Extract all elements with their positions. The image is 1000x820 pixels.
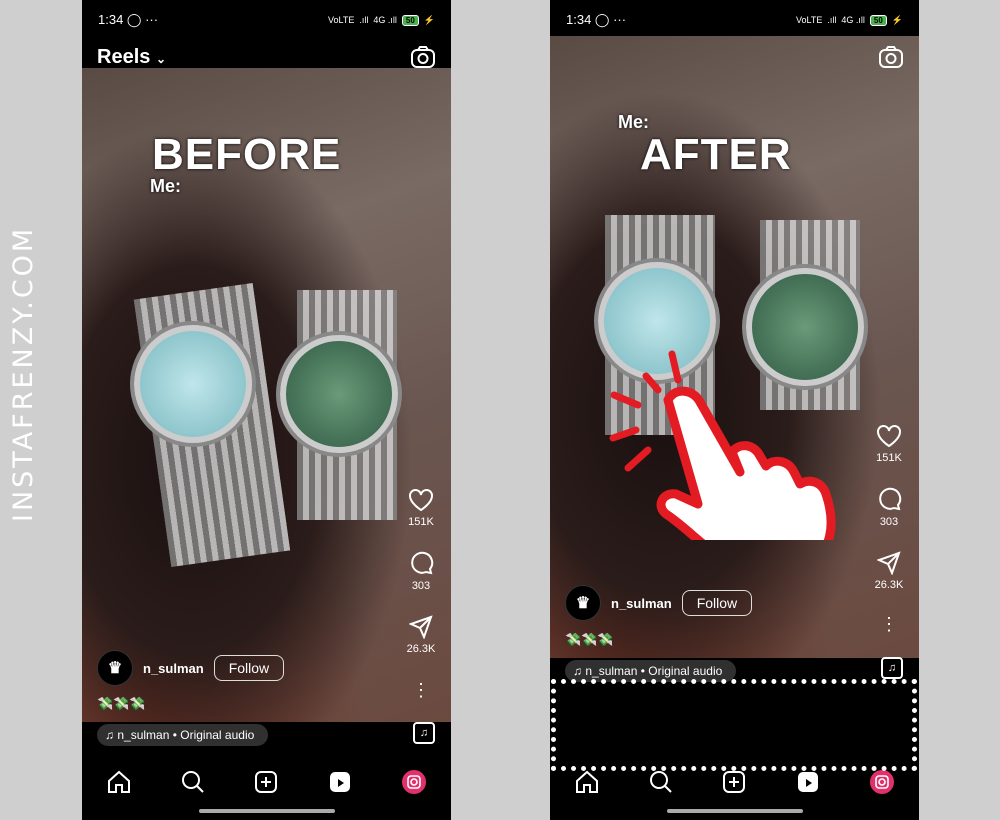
send-icon [877, 551, 901, 575]
charging-icon: ⚡ [423, 14, 435, 25]
search-icon[interactable] [648, 769, 674, 795]
reels-icon[interactable] [327, 769, 353, 795]
tap-hand-icon [609, 350, 836, 540]
reels-icon[interactable] [795, 769, 821, 795]
overlay-caption: Me: [150, 176, 181, 196]
bottom-nav [82, 762, 451, 802]
reel-caption: 💸💸💸 [97, 696, 146, 711]
home-indicator [667, 809, 803, 813]
battery-icon: 50 [869, 14, 887, 26]
watch-green [280, 335, 398, 453]
like-button[interactable]: 151K [871, 424, 907, 464]
comment-icon [411, 551, 434, 575]
create-icon[interactable] [253, 769, 279, 795]
watermark: INSTAFRENZY.COM [8, 225, 39, 522]
home-icon[interactable] [106, 769, 132, 795]
audio-thumbnail-icon[interactable]: ♫ [413, 722, 435, 744]
profile-icon[interactable] [401, 769, 427, 795]
reel-caption: 💸💸💸 [565, 632, 614, 647]
create-icon[interactable] [721, 769, 747, 795]
reel-author: ♛ n_sulman Follow [565, 585, 753, 621]
home-icon[interactable] [574, 769, 600, 795]
avatar[interactable]: ♛ [565, 585, 601, 621]
status-time: 1:34 [98, 12, 124, 27]
username[interactable]: n_sulman [143, 661, 204, 676]
comment-button[interactable]: 303 [403, 550, 439, 592]
phone-before: 1:34 ◯ ··· VoLTE .ıll 4G .ıll 50 ⚡ Reels ⌄ B… [82, 0, 451, 820]
camera-icon[interactable] [879, 46, 903, 68]
watch-blue [134, 325, 252, 443]
heart-icon [877, 425, 901, 448]
share-button[interactable]: 26.3K [403, 615, 439, 655]
overlay-label: BEFORE [152, 130, 342, 179]
comment-icon [879, 487, 902, 511]
comment-button[interactable]: 303 [871, 486, 907, 528]
battery-icon: 50 [401, 14, 419, 26]
send-icon [409, 615, 433, 639]
reel-author: ♛ n_sulman Follow [97, 650, 285, 686]
status-bar: 1:34 ◯ ··· VoLTE .ıll 4G .ıll 50 ⚡ [566, 12, 903, 27]
overlay-label: AFTER [640, 130, 792, 179]
avatar[interactable]: ♛ [97, 650, 133, 686]
follow-button[interactable]: Follow [213, 655, 285, 681]
audio-pill[interactable]: ♫ n_sulman • Original audio [97, 724, 269, 746]
home-indicator [199, 809, 335, 813]
follow-button[interactable]: Follow [681, 590, 753, 616]
more-options-icon[interactable]: ⋮ [871, 614, 907, 635]
status-bar: 1:34 ◯ ··· VoLTE .ıll 4G .ıll 50 ⚡ [98, 12, 435, 27]
charging-icon: ⚡ [891, 14, 903, 25]
username[interactable]: n_sulman [611, 596, 672, 611]
highlight-box [551, 679, 917, 771]
heart-icon [409, 489, 433, 512]
profile-icon[interactable] [869, 769, 895, 795]
more-options-icon[interactable]: ⋮ [403, 680, 439, 701]
reels-title[interactable]: Reels ⌄ [97, 46, 166, 69]
like-button[interactable]: 151K [403, 488, 439, 528]
status-time: 1:34 [566, 12, 592, 27]
audio-thumbnail-icon[interactable]: ♫ [881, 657, 903, 679]
share-button[interactable]: 26.3K [871, 551, 907, 591]
chevron-down-icon: ⌄ [155, 52, 166, 66]
search-icon[interactable] [180, 769, 206, 795]
camera-icon[interactable] [411, 46, 435, 68]
